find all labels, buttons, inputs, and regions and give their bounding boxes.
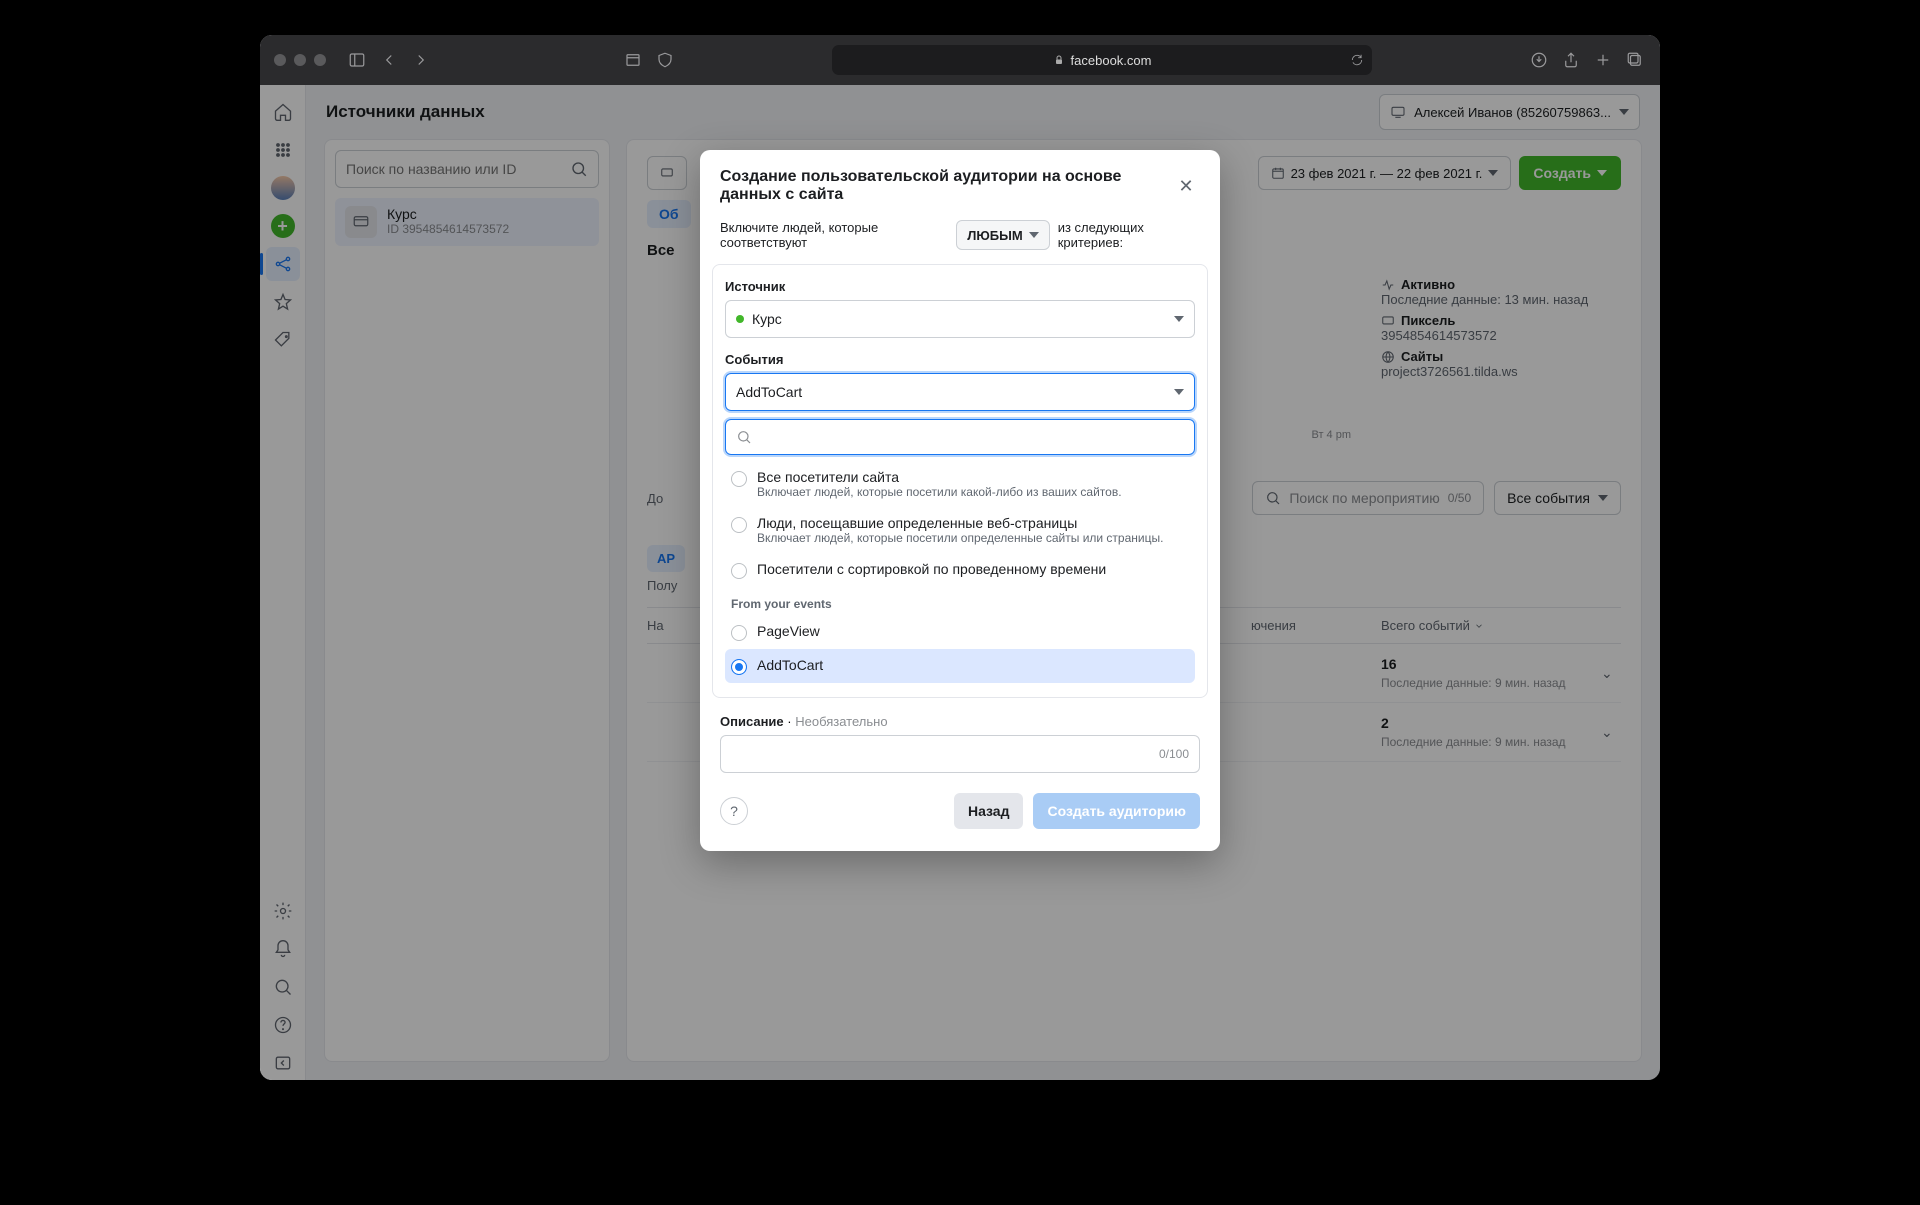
browser-titlebar: facebook.com xyxy=(260,35,1660,85)
lock-icon xyxy=(1053,54,1065,66)
radio-icon xyxy=(731,517,747,533)
match-mode-label: ЛЮБЫМ xyxy=(967,228,1022,243)
modal-close[interactable]: ✕ xyxy=(1172,172,1200,200)
event-option[interactable]: Люди, посещавшие определенные веб-страни… xyxy=(725,507,1195,553)
events-search-input[interactable] xyxy=(758,429,1184,445)
reload-icon[interactable] xyxy=(1350,53,1364,67)
create-audience-modal: Создание пользовательской аудитории на о… xyxy=(700,150,1220,851)
events-search[interactable] xyxy=(725,419,1195,455)
sidebar-toggle-icon[interactable] xyxy=(346,49,368,71)
reader-icon[interactable] xyxy=(622,49,644,71)
modal-title: Создание пользовательской аудитории на о… xyxy=(720,168,1172,204)
chevron-down-icon xyxy=(1174,389,1184,395)
min-dot[interactable] xyxy=(294,54,306,66)
include-suffix: из следующих критериев: xyxy=(1058,220,1200,250)
nav-back-icon[interactable] xyxy=(378,49,400,71)
shield-icon[interactable] xyxy=(654,49,676,71)
description-input[interactable]: 0/100 xyxy=(720,735,1200,773)
close-dot[interactable] xyxy=(274,54,286,66)
url-host: facebook.com xyxy=(1071,53,1152,68)
event-option[interactable]: Все посетители сайтаВключает людей, кото… xyxy=(725,461,1195,507)
help-button[interactable]: ? xyxy=(720,797,748,825)
window-controls[interactable] xyxy=(274,54,326,66)
status-dot-icon xyxy=(736,315,744,323)
radio-icon xyxy=(731,625,747,641)
event-option-selected[interactable]: AddToCart xyxy=(725,649,1195,683)
criteria-card: Источник Курс События AddToCart Все посе… xyxy=(712,264,1208,698)
source-value: Курс xyxy=(752,311,782,327)
nav-fwd-icon[interactable] xyxy=(410,49,432,71)
event-option[interactable]: PageView xyxy=(725,615,1195,649)
tabs-icon[interactable] xyxy=(1624,49,1646,71)
event-option[interactable]: Посетители с сортировкой по проведенному… xyxy=(725,553,1195,587)
description-counter: 0/100 xyxy=(1159,747,1189,761)
chevron-down-icon xyxy=(1174,316,1184,322)
description-label: Описание · Необязательно xyxy=(700,698,1220,735)
events-dropdown: Все посетители сайтаВключает людей, кото… xyxy=(725,461,1195,683)
create-audience-button[interactable]: Создать аудиторию xyxy=(1033,793,1200,829)
radio-icon xyxy=(731,471,747,487)
events-select[interactable]: AddToCart xyxy=(725,373,1195,411)
source-label: Источник xyxy=(725,279,1195,294)
events-group-label: From your events xyxy=(725,587,1195,615)
back-button[interactable]: Назад xyxy=(954,793,1024,829)
source-select[interactable]: Курс xyxy=(725,300,1195,338)
radio-icon xyxy=(731,659,747,675)
max-dot[interactable] xyxy=(314,54,326,66)
events-value: AddToCart xyxy=(736,384,802,400)
newtab-icon[interactable] xyxy=(1592,49,1614,71)
share-icon[interactable] xyxy=(1560,49,1582,71)
chevron-down-icon xyxy=(1029,232,1039,238)
search-icon xyxy=(736,429,752,445)
address-bar[interactable]: facebook.com xyxy=(832,45,1372,75)
match-mode-select[interactable]: ЛЮБЫМ xyxy=(956,220,1049,250)
downloads-icon[interactable] xyxy=(1528,49,1550,71)
radio-icon xyxy=(731,563,747,579)
include-prefix: Включите людей, которые соответствуют xyxy=(720,220,948,250)
events-label: События xyxy=(725,352,1195,367)
